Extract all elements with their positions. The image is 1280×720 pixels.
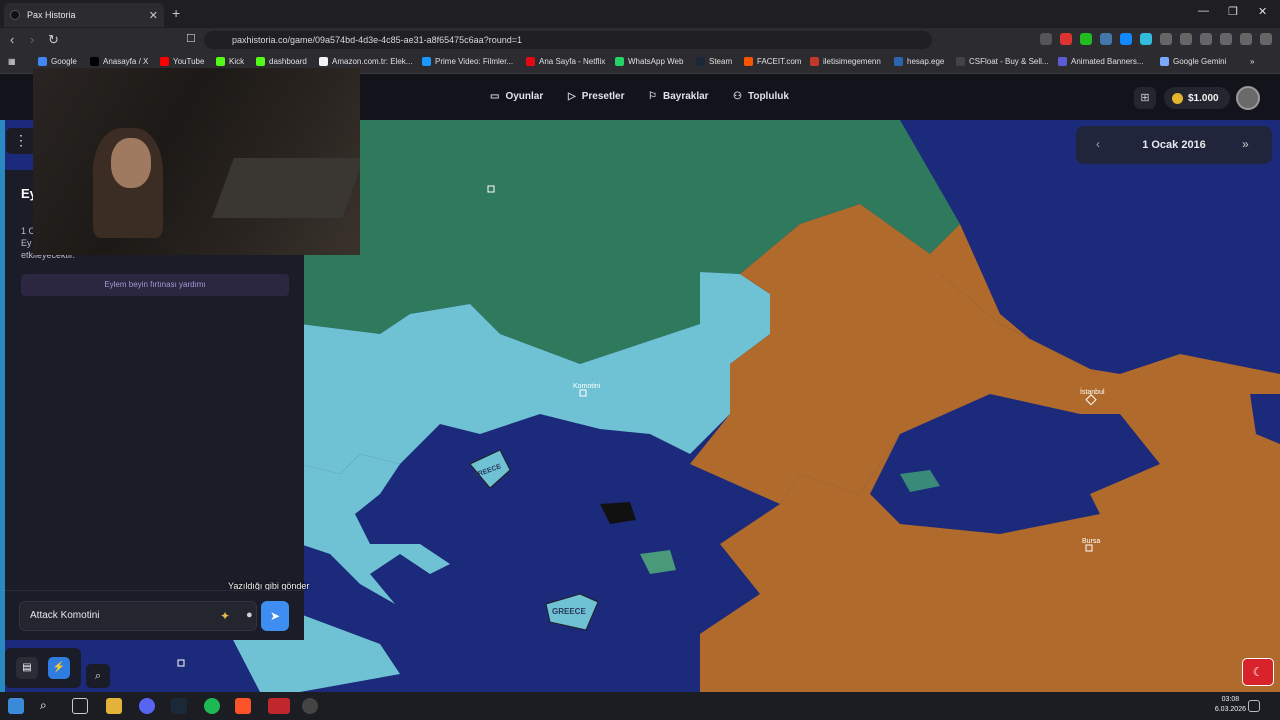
start-icon[interactable] — [8, 698, 24, 714]
forward-icon[interactable]: › — [30, 32, 34, 47]
wallet-icon[interactable] — [1220, 33, 1232, 45]
extension-icon[interactable] — [1140, 33, 1152, 45]
user-avatar[interactable] — [1236, 86, 1260, 110]
brainstorm-button[interactable]: Eylem beyin fırtınası yardımı — [21, 274, 289, 296]
clock-date: 6.03.2026 — [1214, 706, 1246, 713]
money-balance[interactable]: $1.000 — [1164, 87, 1230, 109]
sparkle-icon[interactable]: ✦ — [220, 609, 230, 623]
action-input-wrapper: ✦ ● — [19, 601, 257, 631]
browser-tab-bar: Pax Historia ✕ + — ❐ ✕ — [0, 0, 1280, 28]
restore-icon[interactable]: ❐ — [1228, 5, 1238, 18]
brave-icon[interactable] — [235, 698, 251, 714]
monitor-shape — [212, 158, 360, 218]
action-input-bar: ✦ ● ➤ — [5, 590, 304, 640]
send-button[interactable]: ➤ — [261, 601, 289, 631]
extension-icon[interactable] — [1100, 33, 1112, 45]
sidebar-icon[interactable] — [1200, 33, 1212, 45]
flag-icon: ⚐ — [648, 91, 657, 102]
bookmark-item[interactable]: Google — [38, 57, 77, 66]
bookmark-item[interactable]: Prime Video: Filmler... — [422, 57, 513, 66]
minimize-icon[interactable]: — — [1198, 5, 1209, 17]
bookmark-item[interactable]: WhatsApp Web — [615, 57, 683, 66]
extension-icons — [1040, 33, 1272, 45]
clock-time: 03:08 — [1221, 696, 1240, 703]
extension-icon[interactable] — [1180, 33, 1192, 45]
obs-icon[interactable] — [302, 698, 318, 714]
extension-icon[interactable] — [1060, 33, 1072, 45]
bookmark-item[interactable]: Google Gemini — [1160, 57, 1226, 66]
close-tab-icon[interactable]: ✕ — [149, 9, 158, 22]
tab-title: Pax Historia — [27, 10, 76, 20]
streamer-face — [111, 138, 151, 188]
bookmark-item[interactable]: Animated Banners... — [1058, 57, 1143, 66]
play-icon: ▷ — [568, 91, 576, 102]
bookmark-item[interactable]: Kick — [216, 57, 244, 66]
coin-icon — [1172, 92, 1183, 104]
bookmark-item[interactable]: Anasayfa / X — [90, 57, 148, 66]
microphone-icon[interactable]: ● — [246, 609, 253, 621]
extension-icon[interactable] — [1160, 33, 1172, 45]
system-clock[interactable]: 03:08 6.03.2026 — [1215, 695, 1246, 715]
windows-taskbar: ⌕ 03:08 6.03.2026 — [0, 692, 1280, 720]
extension-icon[interactable] — [1040, 33, 1052, 45]
webcam-overlay — [33, 68, 360, 255]
vpn-icon[interactable] — [1240, 33, 1252, 45]
search-icon[interactable]: ⌕ — [86, 664, 110, 688]
reload-icon[interactable]: ↻ — [48, 32, 59, 48]
discord-icon[interactable] — [139, 698, 155, 714]
date-navigator: ‹ 1 Ocak 2016 » — [1076, 126, 1272, 164]
action-input[interactable] — [30, 610, 200, 621]
steam-icon[interactable] — [171, 698, 187, 714]
people-icon: ⚇ — [733, 91, 742, 102]
bookmark-item[interactable]: Ana Sayfa - Netflix — [526, 57, 605, 66]
address-toolbar: ‹ › ↻ ☐ paxhistoria.co/game/09a574bd-4d3… — [0, 28, 1280, 52]
extension-icon[interactable] — [1080, 33, 1092, 45]
browser-tab[interactable]: Pax Historia ✕ — [4, 3, 164, 27]
send-icon: ➤ — [269, 609, 281, 623]
gamepad-icon: ▭ — [490, 91, 500, 102]
close-window-icon[interactable]: ✕ — [1258, 5, 1267, 18]
bookmark-item[interactable]: CSFloat - Buy & Sell... — [956, 57, 1049, 66]
map-label-komotini: Komotini — [573, 383, 601, 390]
streaming-app-icon[interactable] — [268, 698, 290, 714]
spotify-icon[interactable] — [204, 698, 220, 714]
country-flag-turkey[interactable]: ☾ — [1242, 658, 1274, 686]
nav-community[interactable]: ⚇ Topluluk — [733, 91, 789, 102]
bookmark-item[interactable]: iletisimegemenn — [810, 57, 881, 66]
gift-icon[interactable]: ⊞ — [1134, 87, 1156, 109]
more-options-icon[interactable]: ⋮ — [6, 128, 36, 154]
bookmark-item[interactable]: Steam — [696, 57, 732, 66]
map-label-greece: GREECE — [552, 607, 586, 616]
menu-icon[interactable] — [1260, 33, 1272, 45]
bookmark-item[interactable]: dashboard — [256, 57, 307, 66]
fast-forward-icon[interactable]: » — [1242, 137, 1249, 151]
url-field[interactable]: paxhistoria.co/game/09a574bd-4d3e-4c85-a… — [204, 31, 932, 49]
lightning-icon[interactable]: ⚡ — [48, 657, 70, 679]
more-bookmarks-icon[interactable]: » — [1250, 57, 1254, 66]
site-favicon — [10, 10, 20, 20]
map-label-bursa: Bursa — [1082, 538, 1100, 545]
bookmark-item[interactable]: YouTube — [160, 57, 204, 66]
bookmark-item[interactable]: hesap.ege — [894, 57, 944, 66]
bookmark-item[interactable]: Amazon.com.tr: Elek... — [319, 57, 412, 66]
apps-icon[interactable]: ▦ — [8, 57, 16, 66]
panel-text-line: Ey — [21, 238, 32, 248]
extension-icon[interactable] — [1120, 33, 1132, 45]
notifications-icon[interactable] — [1248, 700, 1260, 712]
bottom-toolbar: ▤ ⚡ — [5, 648, 81, 688]
search-icon[interactable]: ⌕ — [40, 698, 56, 714]
nav-games[interactable]: ▭ Oyunlar — [490, 91, 543, 102]
bookmark-icon[interactable]: ☐ — [186, 32, 196, 45]
nav-presets[interactable]: ▷ Presetler — [568, 91, 625, 102]
file-explorer-icon[interactable] — [106, 698, 122, 714]
map-label-istanbul: İstanbul — [1080, 387, 1105, 396]
new-tab-button[interactable]: + — [172, 5, 180, 21]
nav-flags[interactable]: ⚐ Bayraklar — [648, 91, 709, 102]
task-view-icon[interactable] — [72, 698, 88, 714]
chat-icon[interactable]: ▤ — [16, 657, 38, 679]
back-icon[interactable]: ‹ — [10, 32, 14, 47]
bookmark-item[interactable]: FACEIT.com — [744, 57, 801, 66]
